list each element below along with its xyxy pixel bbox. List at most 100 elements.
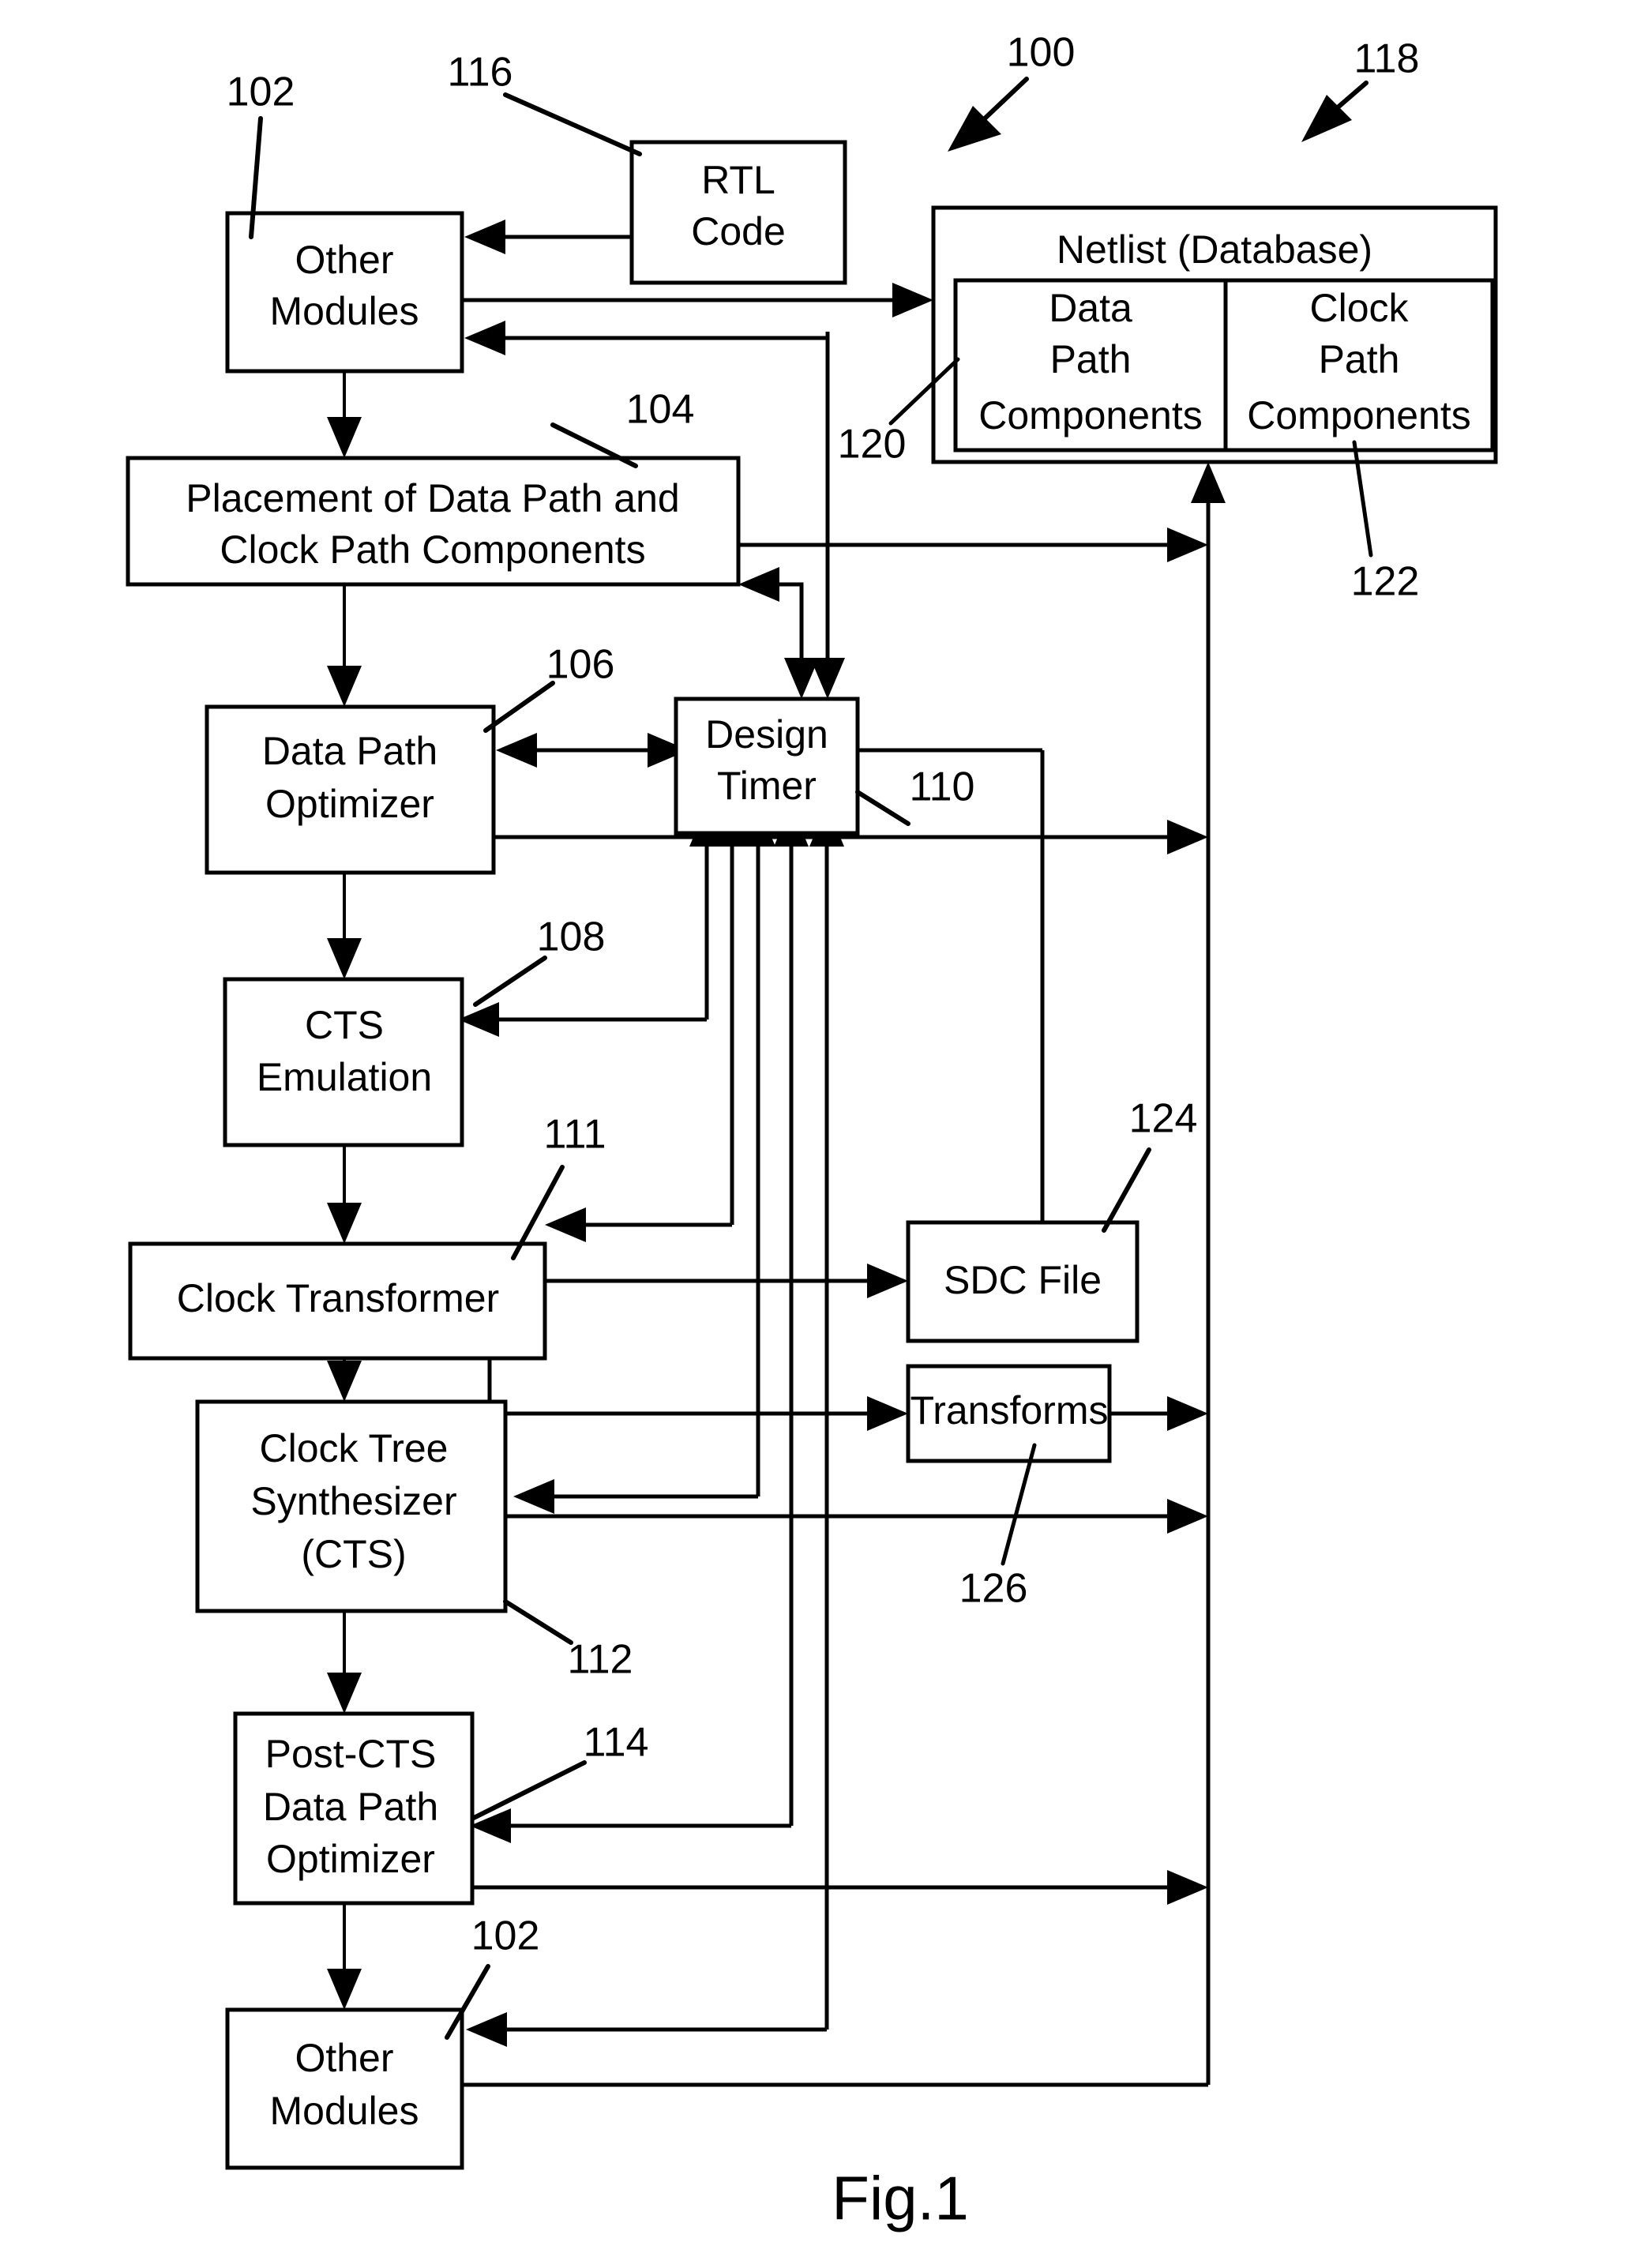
leader-116: [503, 92, 642, 156]
leader-114: [471, 1760, 587, 1820]
block-other-modules-bottom[interactable]: Other Modules: [225, 2007, 464, 2170]
block-netlist[interactable]: Netlist (Database) Data Path Components …: [931, 205, 1498, 464]
ref-number-100: 100: [1007, 30, 1076, 76]
block-sdc-file[interactable]: SDC File: [906, 1220, 1140, 1343]
ref-number-122: 122: [1351, 559, 1420, 605]
arrowhead-transforms-to-bus: [1167, 1396, 1208, 1431]
netlist-clock-line3: Components: [1247, 393, 1471, 437]
ref-number-108: 108: [537, 914, 606, 960]
ref-116: 116: [448, 50, 642, 156]
arrowhead-dpo-to-ctse: [327, 938, 362, 979]
ref-126: 126: [959, 1443, 1037, 1612]
block-placement[interactable]: Placement of Data Path and Clock Path Co…: [126, 456, 741, 587]
ref-110: 110: [855, 764, 975, 826]
arrowhead-rtl-to-other: [464, 220, 505, 254]
ref-number-104: 104: [626, 387, 695, 433]
arrowhead-otherm-to-netlist: [892, 283, 933, 317]
block-clock-transformer[interactable]: Clock Transformer: [128, 1241, 547, 1361]
ref-number-102-top: 102: [227, 69, 295, 115]
leader-110: [855, 790, 910, 826]
block-placement-line1: Placement of Data Path and: [186, 476, 679, 520]
ref-106: 106: [483, 642, 615, 733]
arrowhead-postcts-to-bus: [1167, 1870, 1208, 1905]
arrowhead-placement-to-bus: [1167, 528, 1208, 562]
ref-number-118: 118: [1354, 36, 1420, 82]
arrowhead-timer-to-dpo: [496, 733, 537, 768]
arrowhead-ct-to-cts: [327, 1361, 362, 1402]
ref-number-112: 112: [568, 1637, 633, 1683]
leader-112: [503, 1599, 573, 1645]
ref-number-110: 110: [910, 764, 975, 810]
ref-114: 114: [471, 1720, 649, 1820]
ref-number-111: 111: [543, 1112, 606, 1158]
block-design-timer-line1: Design: [705, 712, 828, 757]
block-postcts-line1: Post-CTS: [265, 1732, 437, 1776]
ref-number-102-bottom: 102: [471, 1913, 540, 1959]
netlist-data-line1: Data: [1049, 286, 1132, 330]
block-data-path-optimizer[interactable]: Data Path Optimizer: [205, 704, 496, 875]
arrowhead-dpo-to-bus: [1167, 820, 1208, 854]
arrowhead-fb3-to-cts: [513, 1479, 554, 1514]
arrowhead-fb5-to-otherm-bottom: [466, 2012, 507, 2047]
arrowhead-fb4-to-postcts: [470, 1808, 511, 1843]
block-cts-emulation[interactable]: CTS Emulation: [223, 977, 464, 1147]
ref-number-126: 126: [959, 1566, 1028, 1612]
block-dpo-line2: Optimizer: [265, 782, 434, 826]
block-cts-emulation-line2: Emulation: [257, 1055, 432, 1099]
block-other-modules-top[interactable]: Other Modules: [225, 211, 464, 374]
block-clock-transformer-line1: Clock Transformer: [177, 1276, 499, 1320]
figure-caption: Fig.1: [832, 2164, 968, 2233]
netlist-data-line2: Path: [1050, 337, 1132, 381]
block-cts-line1: Clock Tree: [260, 1426, 449, 1470]
arrowhead-ctse-to-ct: [327, 1203, 362, 1244]
block-cts-line2: Synthesizer: [250, 1479, 456, 1523]
arrowhead-bus-to-otherm-top: [464, 321, 505, 355]
block-design-timer-line2: Timer: [717, 764, 817, 808]
ref-111: 111: [511, 1112, 606, 1260]
block-other-modules-bottom-line1: Other: [295, 2036, 393, 2080]
block-dpo-line1: Data Path: [262, 729, 437, 773]
block-clock-tree-synthesizer[interactable]: Clock Tree Synthesizer (CTS): [195, 1399, 508, 1613]
arrowhead-fb2-to-ct: [545, 1207, 586, 1242]
ref-100-system: 100: [948, 30, 1075, 152]
arrowhead-cts-to-postcts: [327, 1673, 362, 1714]
block-cts-line3: (CTS): [301, 1532, 406, 1576]
arrowhead-fb1-to-ctse: [458, 1002, 499, 1037]
block-other-modules-top-line2: Modules: [270, 289, 419, 333]
ref-number-120: 120: [838, 422, 907, 467]
arrowhead-placement-to-dpo: [327, 666, 362, 707]
ref-number-106: 106: [546, 642, 615, 688]
netlist-data-line3: Components: [978, 393, 1203, 437]
arrowhead-postcts-to-otherm-bottom: [327, 1969, 362, 2010]
block-other-modules-bottom-line2: Modules: [270, 2089, 419, 2133]
block-diagram-canvas: Other Modules 102 RTL Code 116 100 Netli…: [126, 30, 1498, 2233]
block-rtl-code[interactable]: RTL Code: [629, 140, 847, 285]
block-post-cts-optimizer[interactable]: Post-CTS Data Path Optimizer: [233, 1711, 475, 1906]
ref-108: 108: [473, 914, 606, 1007]
block-design-timer[interactable]: Design Timer: [674, 697, 860, 835]
block-postcts-line2: Data Path: [263, 1785, 438, 1829]
block-netlist-title: Netlist (Database): [1057, 227, 1372, 272]
ref-118: 118: [1301, 36, 1419, 142]
arrowhead-otherm-to-placement: [327, 417, 362, 458]
block-other-modules-top-line1: Other: [295, 238, 393, 282]
block-rtl-code-line2: Code: [691, 209, 786, 253]
ref-124: 124: [1102, 1096, 1198, 1233]
block-transforms[interactable]: Transforms: [906, 1364, 1112, 1463]
block-placement-line2: Clock Path Components: [220, 528, 645, 572]
ref-number-124: 124: [1129, 1096, 1198, 1142]
arrowhead-into-timer-b: [810, 658, 845, 699]
arrowhead-ct-to-sdc: [867, 1264, 908, 1298]
patent-figure: Other Modules 102 RTL Code 116 100 Netli…: [0, 0, 1652, 2268]
leader-124: [1102, 1147, 1151, 1233]
block-postcts-line3: Optimizer: [266, 1837, 435, 1881]
block-rtl-code-line1: RTL: [701, 158, 775, 202]
arrowhead-to-transforms: [867, 1396, 908, 1431]
ref-number-116: 116: [448, 50, 513, 96]
arrowhead-cts-to-bus: [1167, 1499, 1208, 1534]
ref-number-114: 114: [584, 1720, 649, 1766]
block-sdc-file-line1: SDC File: [944, 1258, 1102, 1302]
leader-108: [473, 956, 547, 1007]
block-cts-emulation-line1: CTS: [305, 1003, 384, 1047]
leader-106: [483, 681, 555, 733]
